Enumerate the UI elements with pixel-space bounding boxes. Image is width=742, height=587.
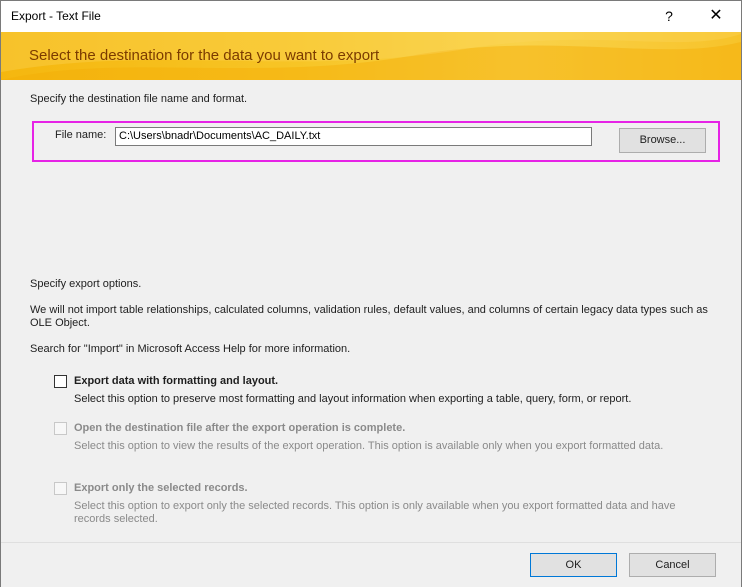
checkbox-open-destination[interactable] <box>54 422 67 435</box>
file-name-label: File name: <box>55 129 107 141</box>
option-label-export-formatting[interactable]: Export data with formatting and layout. <box>74 375 278 387</box>
browse-button[interactable]: Browse... <box>619 128 706 153</box>
file-name-input[interactable] <box>115 127 592 146</box>
option-label-selected-records[interactable]: Export only the selected records. <box>74 482 248 494</box>
export-dialog: Export - Text File ? ✕ Select the destin… <box>0 0 742 587</box>
banner-heading: Select the destination for the data you … <box>29 47 380 64</box>
destination-instruction: Specify the destination file name and fo… <box>30 93 248 105</box>
export-options-note: We will not import table relationships, … <box>30 304 708 329</box>
ok-button[interactable]: OK <box>530 553 617 577</box>
checkbox-selected-records[interactable] <box>54 482 67 495</box>
cancel-button[interactable]: Cancel <box>629 553 716 577</box>
checkbox-export-formatting[interactable] <box>54 375 67 388</box>
option-desc-selected-records: Select this option to export only the se… <box>74 500 676 525</box>
help-note: Search for "Import" in Microsoft Access … <box>30 343 351 355</box>
close-button[interactable]: ✕ <box>693 1 739 32</box>
help-button[interactable]: ? <box>646 1 692 32</box>
export-options-heading: Specify export options. <box>30 278 142 290</box>
title-bar: Export - Text File ? ✕ <box>1 1 741 32</box>
window-title: Export - Text File <box>11 9 101 23</box>
header-banner: Select the destination for the data you … <box>1 32 741 80</box>
option-desc-open-destination: Select this option to view the results o… <box>74 440 664 452</box>
option-label-open-destination[interactable]: Open the destination file after the expo… <box>74 422 405 434</box>
option-desc-export-formatting: Select this option to preserve most form… <box>74 393 632 405</box>
